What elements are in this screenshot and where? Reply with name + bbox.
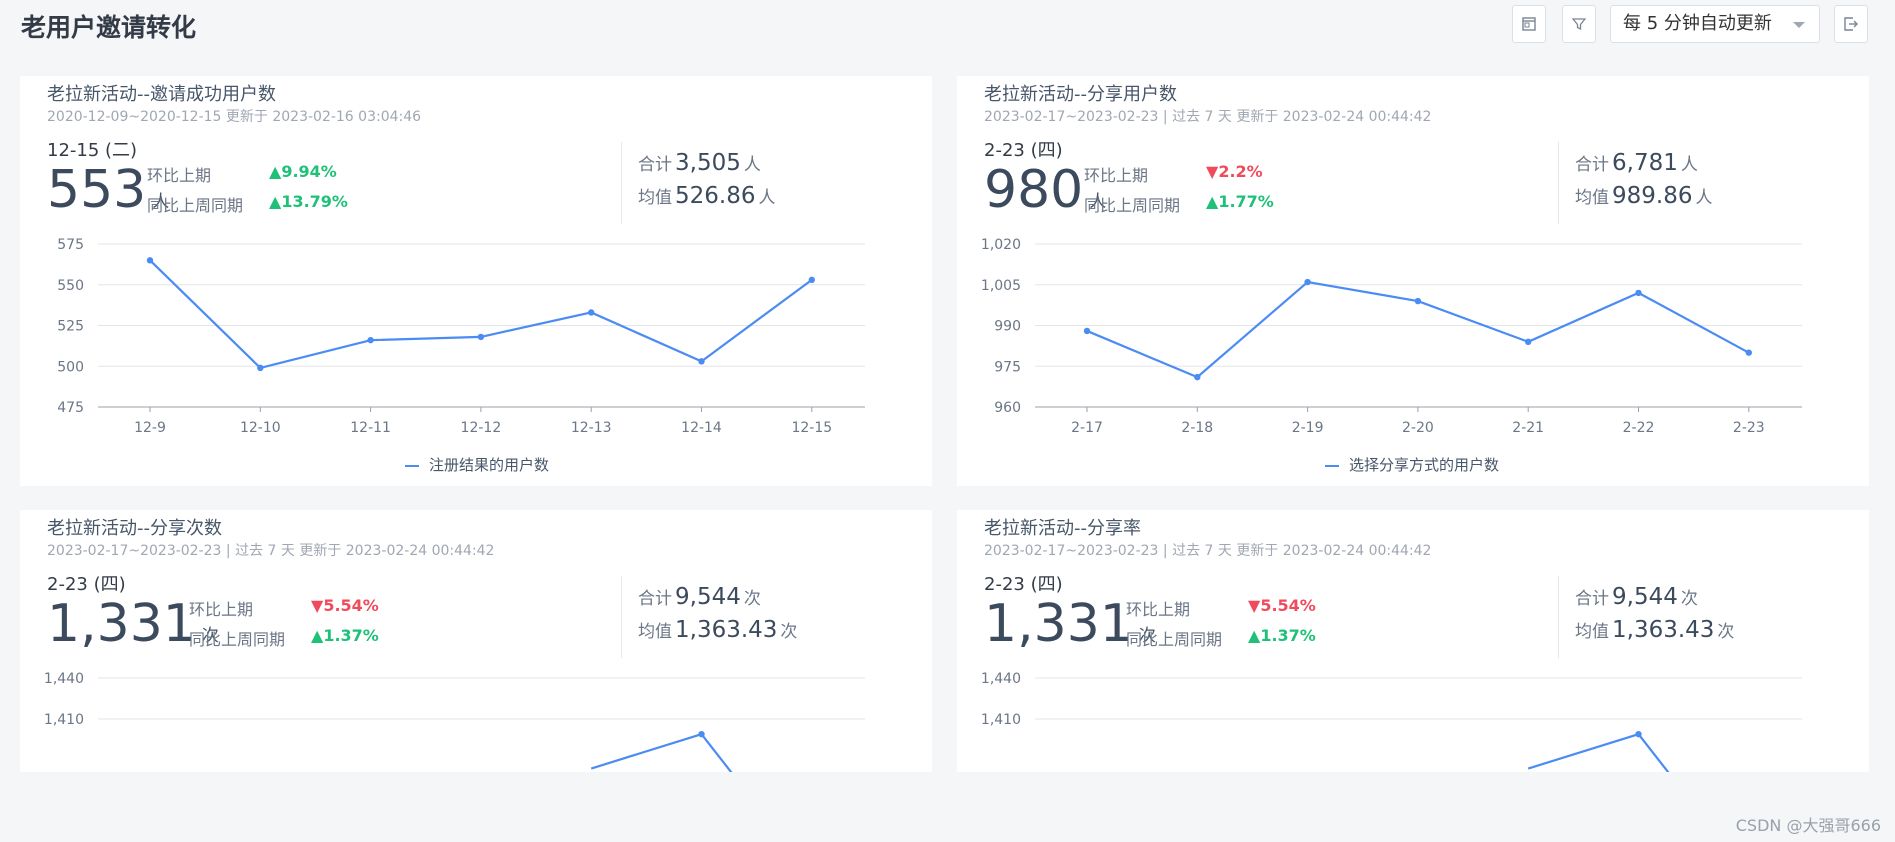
data-point[interactable] [1635, 730, 1642, 738]
x-tick-label: 2-20 [1402, 420, 1434, 436]
data-point[interactable] [1304, 278, 1311, 286]
x-tick-label: 12-12 [461, 420, 502, 436]
data-point[interactable] [477, 333, 485, 341]
x-tick-label: 2-23 [1733, 420, 1765, 436]
legend-label: 注册结果的用户数 [429, 456, 550, 474]
x-tick-label: 2-22 [1623, 420, 1655, 436]
y-tick-label: 960 [994, 400, 1021, 416]
data-point[interactable] [257, 364, 264, 372]
y-tick-label: 500 [57, 359, 84, 375]
y-tick-label: 475 [57, 400, 84, 416]
metric-card: 老拉新活动--分享用户数 2023-02-17~2023-02-23 | 过去 … [957, 76, 1869, 486]
series-line [1527, 732, 1670, 772]
metric-card: 老拉新活动--邀请成功用户数 2020-12-09~2020-12-15 更新于… [20, 76, 932, 486]
export-button[interactable] [1834, 5, 1868, 43]
y-tick-label: 975 [994, 359, 1021, 375]
data-point[interactable] [146, 257, 154, 264]
y-tick-label: 525 [57, 319, 84, 335]
y-tick-label: 550 [57, 278, 84, 294]
data-point[interactable] [808, 276, 815, 284]
data-point[interactable] [698, 358, 705, 365]
data-point[interactable] [588, 309, 595, 316]
series-line [149, 259, 813, 370]
x-tick-label: 2-17 [1071, 420, 1103, 436]
chevron-down-icon [1793, 22, 1805, 28]
series-line [590, 732, 733, 772]
data-point[interactable] [1414, 297, 1422, 305]
series-line [1086, 280, 1750, 379]
chart-legend[interactable]: 注册结果的用户数 [405, 454, 549, 475]
line-chart: 575 550 525 500 475 12-9 12-10 12-11 12-12 12-13 1… [57, 237, 865, 436]
x-tick-label: 12-9 [134, 420, 166, 436]
y-tick-label: 575 [57, 237, 84, 253]
y-tick-label: 1,440 [981, 671, 1021, 687]
exit-icon [1844, 17, 1858, 31]
legend-label: 选择分享方式的用户数 [1349, 456, 1500, 474]
filter-button[interactable] [1562, 5, 1596, 43]
page-title: 老用户邀请转化 [21, 13, 197, 42]
y-tick-label: 990 [994, 319, 1021, 335]
window-icon [1522, 17, 1536, 31]
data-point[interactable] [1194, 373, 1201, 381]
x-tick-label: 2-19 [1292, 420, 1324, 436]
data-point[interactable] [367, 336, 374, 344]
line-chart: 1,440 1,410 [981, 671, 1802, 772]
y-tick-label: 1,410 [981, 712, 1021, 728]
y-tick-label: 1,410 [44, 712, 84, 728]
line-chart: 1,440 1,410 [44, 671, 865, 772]
data-point[interactable] [1635, 289, 1642, 297]
refresh-interval-select[interactable]: 每 5 分钟自动更新 [1610, 5, 1820, 43]
x-tick-label: 2-18 [1181, 420, 1213, 436]
data-point[interactable] [1083, 327, 1091, 335]
data-point[interactable] [1525, 338, 1532, 345]
chart-legend[interactable]: 选择分享方式的用户数 [1325, 454, 1499, 475]
refresh-interval-value: 每 5 分钟自动更新 [1623, 13, 1772, 34]
data-point[interactable] [698, 730, 705, 738]
metric-card: 老拉新活动--分享次数 2023-02-17~2023-02-23 | 过去 7… [20, 510, 932, 772]
x-tick-label: 12-15 [791, 420, 832, 436]
legend-swatch [405, 464, 419, 467]
watermark: CSDN @大强哥666 [1735, 816, 1881, 835]
x-tick-label: 12-14 [681, 420, 722, 436]
data-point[interactable] [1745, 349, 1752, 356]
fullscreen-button[interactable] [1512, 5, 1546, 43]
x-tick-label: 12-11 [350, 420, 391, 436]
x-tick-label: 2-21 [1512, 420, 1544, 436]
x-tick-label: 12-13 [571, 420, 612, 436]
y-tick-label: 1,020 [981, 237, 1021, 253]
filter-icon [1572, 18, 1586, 31]
y-tick-label: 1,005 [981, 278, 1021, 294]
line-chart: 1,020 1,005 990 975 960 2-17 2-18 2-19 2-20 2-21 2… [981, 237, 1802, 436]
legend-swatch [1325, 464, 1339, 467]
y-tick-label: 1,440 [44, 671, 84, 687]
x-tick-label: 12-10 [240, 420, 281, 436]
metric-card: 老拉新活动--分享率 2023-02-17~2023-02-23 | 过去 7 … [957, 510, 1869, 772]
